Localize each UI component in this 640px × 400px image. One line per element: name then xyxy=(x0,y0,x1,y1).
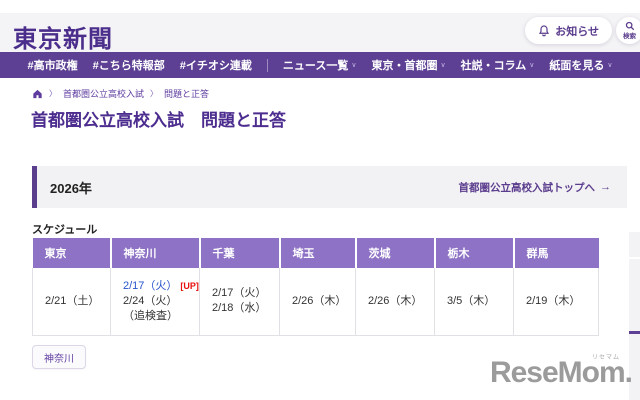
chevron-down-icon: ∨ xyxy=(440,62,446,69)
page-title: 首都圏公立高校入試 問題と正答 xyxy=(31,111,286,130)
site-logo[interactable]: 東京新聞 xyxy=(13,19,113,54)
partial-panel-accent xyxy=(629,331,640,334)
search-button-label: 検索 xyxy=(623,33,636,40)
cell-chiba: 2/17（火） 2/18（水） xyxy=(199,268,280,336)
notice-button[interactable]: お知らせ xyxy=(525,17,612,44)
nav-item-editorial[interactable]: 社説・コラム ∨ xyxy=(461,57,535,73)
nav-item-editorial-label: 社説・コラム xyxy=(460,60,527,72)
breadcrumb-separator: 〉 xyxy=(150,89,159,98)
col-header-tochigi: 栃木 xyxy=(433,238,514,268)
chevron-down-icon: ∨ xyxy=(351,62,357,69)
cell-ibaraki: 2/26（木） xyxy=(355,268,435,336)
nav-item-tokyo[interactable]: 東京・首都圏 ∨ xyxy=(371,57,445,73)
col-header-saitama: 埼玉 xyxy=(278,238,356,268)
nav-item-hash-2[interactable]: #こちら特報部 xyxy=(93,57,165,73)
year-label: 2026年 xyxy=(50,180,92,196)
col-header-ibaraki: 茨城 xyxy=(354,238,435,268)
col-header-chiba: 千葉 xyxy=(198,238,280,268)
nav-item-tokyo-label: 東京・首都圏 xyxy=(371,60,438,72)
col-header-gunma: 群馬 xyxy=(512,238,599,268)
cell-tokyo: 2/21（土） xyxy=(32,268,111,336)
notice-button-label: お知らせ xyxy=(555,25,599,38)
nav-item-news-label: ニュース一覧 xyxy=(282,60,349,72)
nav-item-news[interactable]: ニュース一覧 ∨ xyxy=(283,57,357,73)
kanagawa-date-link[interactable]: 2/17（火） xyxy=(123,280,177,292)
exam-top-link[interactable]: 首都圏公立高校入試トップへ → xyxy=(459,180,612,195)
kanagawa-date-2: 2/24（火） xyxy=(123,294,178,307)
up-badge: [UP] xyxy=(180,280,199,291)
schedule-heading: スケジュール xyxy=(32,224,98,236)
kanagawa-tag-button[interactable]: 神奈川 xyxy=(32,345,86,369)
nav-item-hash-1[interactable]: #高市政権 xyxy=(28,57,78,73)
schedule-table: 東京 神奈川 千葉 埼玉 茨城 栃木 群馬 2/21（土） 2/17（火） [UP… xyxy=(32,238,599,336)
resemom-ruby: リセマム xyxy=(591,355,620,361)
cell-gunma: 2/19（木） xyxy=(513,268,599,336)
arrow-right-icon: → xyxy=(600,181,611,193)
chevron-down-icon: ∨ xyxy=(529,62,535,69)
chiba-date-1: 2/17（火） xyxy=(212,287,267,300)
breadcrumb: 〉 首都圏公立高校入試 〉 問題と正答 xyxy=(32,87,209,100)
breadcrumb-item-exam[interactable]: 首都圏公立高校入試 xyxy=(63,87,144,100)
nav-item-paper-label: 紙面を見る xyxy=(549,60,605,72)
cell-kanagawa: 2/17（火） [UP] 2/24（火） （追検査） xyxy=(110,268,200,336)
cell-tochigi: 3/5（木） xyxy=(434,268,514,336)
col-header-tokyo: 東京 xyxy=(32,238,111,268)
nav-divider xyxy=(266,58,268,72)
exam-top-link-label: 首都圏公立高校入試トップへ xyxy=(458,181,596,194)
chevron-down-icon: ∨ xyxy=(607,62,613,69)
cell-saitama: 2/26（木） xyxy=(279,268,356,336)
schedule-header-row: 東京 神奈川 千葉 埼玉 茨城 栃木 群馬 xyxy=(32,238,599,268)
year-section-header: 2026年 首都圏公立高校入試トップへ → xyxy=(32,166,627,208)
breadcrumb-separator: 〉 xyxy=(49,89,57,98)
nav-item-hash-3[interactable]: #イチオシ連載 xyxy=(180,57,252,73)
partial-panel-divider xyxy=(629,257,640,259)
resemom-watermark: リセマム ReseMom. xyxy=(490,355,633,390)
main-nav: #高市政権 #こちら特報部 #イチオシ連載 ニュース一覧 ∨ 東京・首都圏 ∨ 社説… xyxy=(0,52,640,78)
kanagawa-retest-note: （追検査） xyxy=(123,309,178,322)
breadcrumb-item-current: 問題と正答 xyxy=(164,89,210,99)
nav-item-paper[interactable]: 紙面を見る ∨ xyxy=(549,57,612,73)
home-icon[interactable] xyxy=(32,89,43,99)
site-header: 東京新聞 お知らせ 検索 xyxy=(0,13,640,54)
chiba-date-2: 2/18（水） xyxy=(212,302,267,315)
schedule-data-row: 2/21（土） 2/17（火） [UP] 2/24（火） （追検査） 2/17（火… xyxy=(32,268,599,336)
bell-icon xyxy=(538,24,550,37)
col-header-kanagawa: 神奈川 xyxy=(109,238,200,268)
search-button[interactable]: 検索 xyxy=(616,17,640,44)
